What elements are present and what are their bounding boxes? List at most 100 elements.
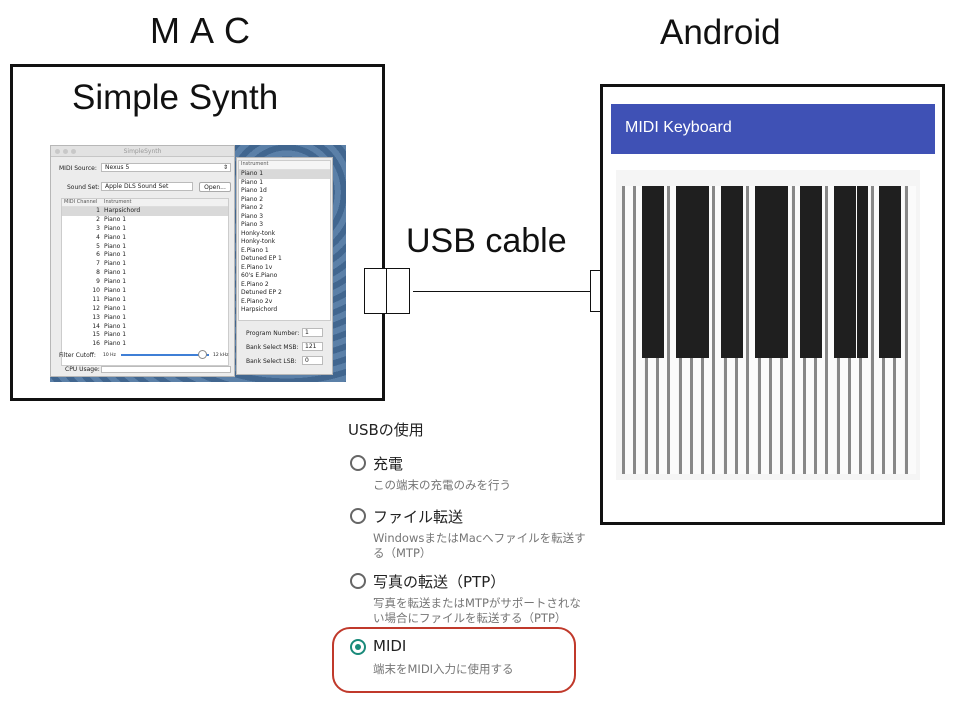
black-key[interactable] [879, 186, 891, 358]
filter-min-label: 10 Hz [103, 353, 116, 358]
channel-instrument: Piano 1 [104, 304, 127, 312]
channel-row[interactable]: 16 Piano 1 [62, 340, 228, 349]
filter-cutoff-slider[interactable] [121, 354, 209, 356]
channel-number: 1 [96, 207, 100, 214]
black-key[interactable] [890, 186, 902, 358]
channel-instrument: Piano 1 [104, 278, 127, 286]
black-key[interactable] [675, 186, 687, 358]
black-key[interactable] [811, 186, 823, 358]
bank-msb-field[interactable]: 121 [302, 342, 323, 351]
usb-option-label[interactable]: 写真の転送（PTP） [373, 571, 505, 592]
channel-number: 11 [92, 295, 100, 303]
channel-row[interactable]: 3 Piano 1 [62, 225, 228, 234]
mac-usb-port-inner [364, 268, 387, 314]
usb-option-description: WindowsまたはMacへファイルを転送す る（MTP） [373, 531, 586, 560]
channel-row[interactable]: 4 Piano 1 [62, 234, 228, 243]
filter-cutoff-thumb[interactable] [197, 350, 207, 359]
black-key[interactable] [720, 186, 732, 358]
mac-box-title: Simple Synth [72, 78, 279, 117]
channel-number: 16 [92, 340, 100, 348]
radio-button[interactable] [350, 573, 366, 589]
channel-row[interactable]: 7 Piano 1 [62, 260, 228, 269]
channel-number: 8 [96, 269, 100, 277]
usb-cable-line [413, 291, 591, 292]
channel-row[interactable]: 6 Piano 1 [62, 251, 228, 260]
channel-row[interactable]: 11 Piano 1 [62, 296, 228, 305]
instrument-item[interactable]: 60's E.Piano [239, 272, 330, 281]
channel-row[interactable]: 9 Piano 1 [62, 278, 228, 287]
col-instrument: Instrument [104, 199, 132, 205]
channel-instrument: Piano 1 [104, 242, 127, 250]
usb-option-label[interactable]: 充電 [373, 453, 403, 474]
channel-number: 3 [96, 224, 100, 232]
usb-settings-title: USBの使用 [348, 421, 424, 439]
midi-source-value: Nexus 5 [105, 164, 130, 171]
app-bar: MIDI Keyboard [611, 104, 935, 154]
instrument-item[interactable]: Honky-tonk [239, 230, 330, 239]
channel-table-header: MIDI Channel Instrument [62, 199, 228, 207]
bank-lsb-field[interactable]: 0 [302, 356, 323, 365]
channel-instrument: Piano 1 [104, 224, 127, 232]
black-key[interactable] [653, 186, 665, 358]
black-key[interactable] [766, 186, 778, 358]
instrument-item[interactable]: E.Piano 1 [239, 247, 330, 256]
instrument-item[interactable]: E.Piano 2 [239, 281, 330, 290]
channel-row[interactable]: 13 Piano 1 [62, 314, 228, 323]
black-key[interactable] [641, 186, 653, 358]
black-key[interactable] [845, 186, 857, 358]
sound-set-label: Sound Set: [67, 184, 100, 191]
black-key[interactable] [833, 186, 845, 358]
piano-keyboard[interactable] [616, 170, 920, 480]
midi-source-select[interactable]: Nexus 5 ⇕ [101, 163, 231, 172]
channel-row[interactable]: 8 Piano 1 [62, 269, 228, 278]
instrument-item[interactable]: E.Piano 2v [239, 298, 330, 307]
channel-instrument: Piano 1 [104, 287, 127, 295]
open-button[interactable]: Open... [199, 182, 231, 192]
channel-row[interactable]: 5 Piano 1 [62, 243, 228, 252]
radio-button[interactable] [350, 455, 366, 471]
channel-instrument: Piano 1 [104, 260, 127, 268]
usb-option-description: 写真を転送またはMTPがサポートされな い場合にファイルを転送する（PTP） [373, 596, 581, 625]
black-key[interactable] [698, 186, 710, 358]
instrument-list[interactable]: Instrument Piano 1 Piano 1 Piano 1d Piano 2… [238, 160, 331, 321]
instrument-item[interactable]: Detuned EP 2 [239, 289, 330, 298]
black-key[interactable] [800, 186, 811, 358]
white-key[interactable] [904, 186, 916, 474]
channel-row[interactable]: 14 Piano 1 [62, 323, 228, 332]
channel-row[interactable]: 1 Harpsichord [62, 207, 228, 216]
channel-row[interactable]: 2 Piano 1 [62, 216, 228, 225]
black-key[interactable] [777, 186, 789, 358]
instrument-item[interactable]: Piano 1d [239, 187, 330, 196]
radio-button[interactable] [350, 508, 366, 524]
black-key[interactable] [754, 186, 766, 358]
instrument-item[interactable]: Piano 1 [239, 179, 330, 188]
program-number-field[interactable]: 1 [302, 328, 323, 337]
instrument-item[interactable]: Honky-tonk [239, 238, 330, 247]
channel-row[interactable]: 12 Piano 1 [62, 305, 228, 314]
instrument-item[interactable]: Piano 2 [239, 196, 330, 205]
channel-row[interactable]: 10 Piano 1 [62, 287, 228, 296]
usb-option-label[interactable]: ファイル転送 [373, 506, 463, 527]
channel-number: 14 [92, 322, 100, 330]
channel-number: 15 [92, 331, 100, 339]
channel-number: 2 [96, 215, 100, 223]
instrument-list-header: Instrument [239, 161, 330, 170]
instrument-item[interactable]: Piano 3 [239, 221, 330, 230]
white-key[interactable] [622, 186, 633, 474]
black-key[interactable] [856, 186, 868, 358]
cpu-usage-label: CPU Usage: [65, 366, 100, 373]
select-arrows-icon: ⇕ [222, 164, 228, 171]
instrument-item[interactable]: Detuned EP 1 [239, 255, 330, 264]
channel-row[interactable]: 15 Piano 1 [62, 331, 228, 340]
channel-number: 4 [96, 233, 100, 241]
instrument-item[interactable]: Piano 2 [239, 204, 330, 213]
channel-instrument: Piano 1 [104, 251, 127, 259]
instrument-item[interactable]: Harpsichord [239, 306, 330, 315]
channel-instrument: Harpsichord [104, 207, 141, 214]
instrument-item[interactable]: E.Piano 1v [239, 264, 330, 273]
channel-instrument: Piano 1 [104, 322, 127, 330]
instrument-item[interactable]: Piano 1 [239, 170, 330, 179]
black-key[interactable] [687, 186, 698, 358]
black-key[interactable] [732, 186, 744, 358]
instrument-item[interactable]: Piano 3 [239, 213, 330, 222]
